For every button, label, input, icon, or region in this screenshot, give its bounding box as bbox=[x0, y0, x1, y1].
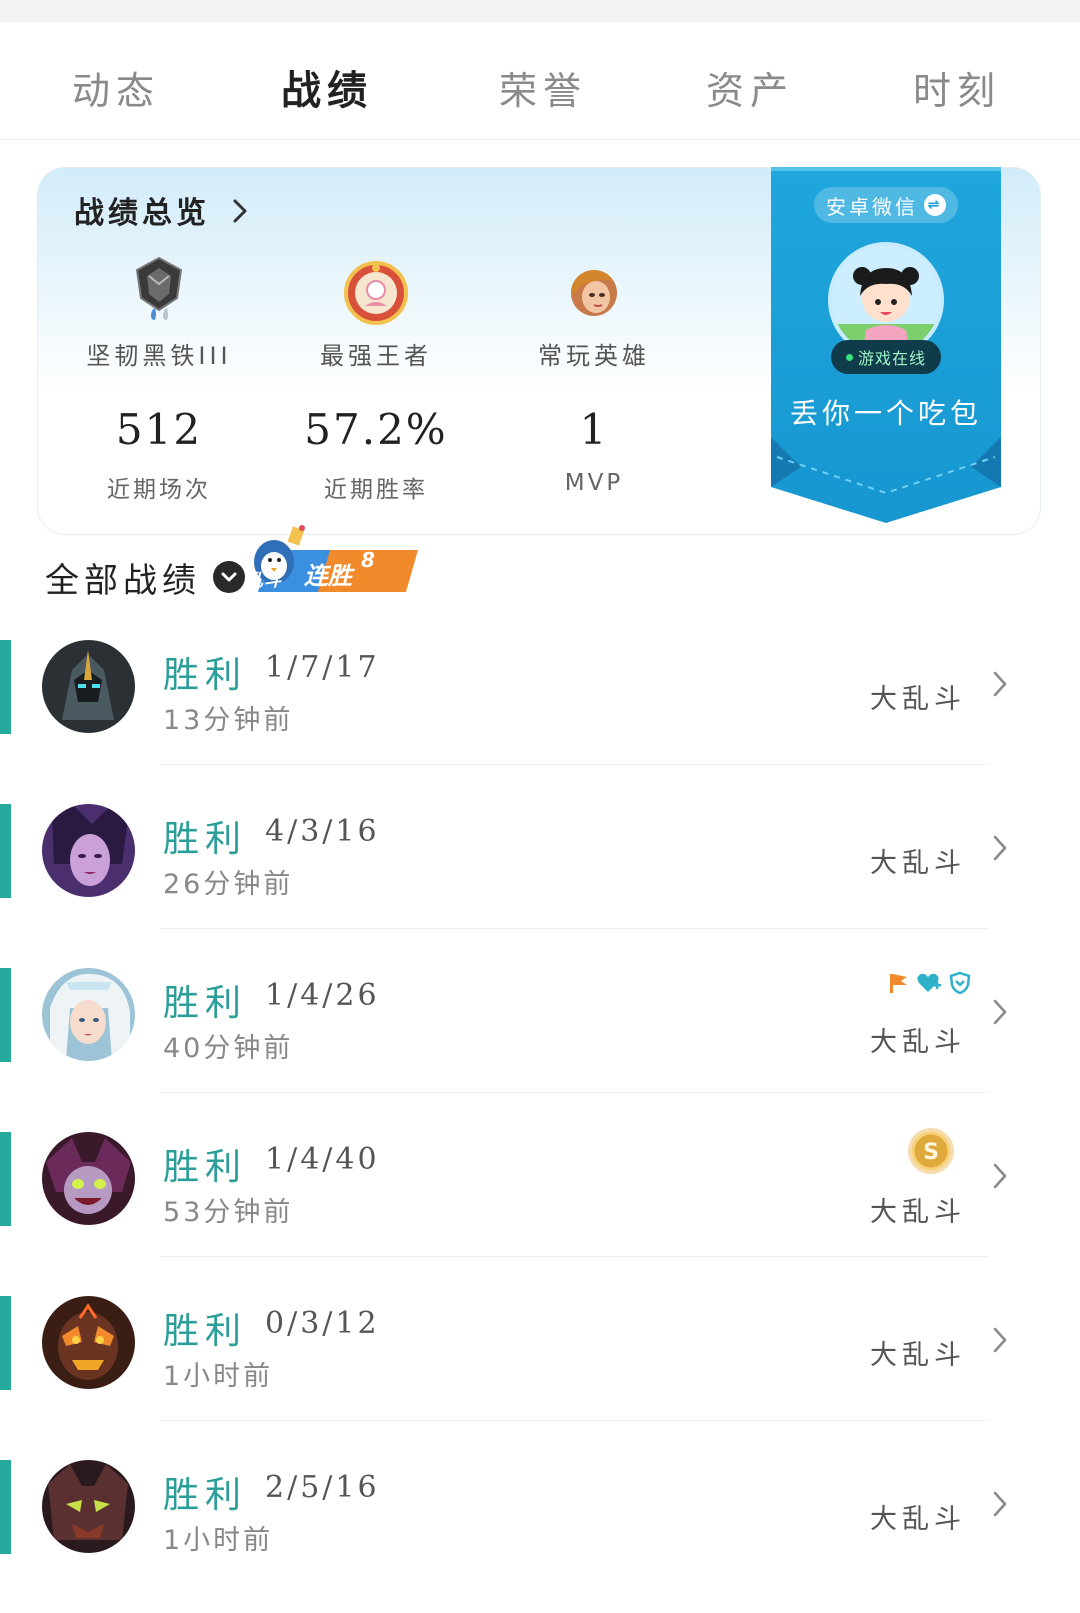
rank-label: 坚韧黑铁III bbox=[86, 342, 232, 370]
match-time: 26分钟前 bbox=[163, 869, 294, 900]
status-strip bbox=[0, 0, 1080, 22]
match-badges: S bbox=[906, 1126, 956, 1180]
rank-stat: 坚韧黑铁III 512 近期场次 bbox=[49, 256, 269, 504]
profile-ribbon: 安卓微信 ⇌ 游戏在线 丢你一个吃包 bbox=[771, 167, 1001, 523]
mvp-label: MVP bbox=[564, 470, 624, 496]
tab-honor[interactable]: 荣誉 bbox=[499, 60, 587, 115]
chevron-right-icon bbox=[992, 998, 1008, 1030]
match-kda: 0/3/12 bbox=[265, 1306, 380, 1341]
win-indicator-bar bbox=[0, 640, 11, 734]
streak-prefix: 乱斗 bbox=[246, 571, 282, 591]
match-row[interactable]: 胜利 2/5/16 1小时前 大乱斗 bbox=[0, 1452, 1080, 1613]
chevron-right-icon bbox=[232, 197, 248, 232]
row-divider bbox=[160, 928, 989, 929]
online-dot-icon bbox=[845, 353, 853, 361]
mvp-value: 1 bbox=[579, 405, 609, 454]
win-indicator-bar bbox=[0, 968, 11, 1062]
match-result: 胜利 bbox=[163, 1147, 248, 1188]
streak-label: 连胜 bbox=[304, 562, 352, 590]
match-result: 胜利 bbox=[163, 819, 248, 860]
row-divider bbox=[160, 1256, 989, 1257]
win-rate-label: 近期胜率 bbox=[324, 477, 428, 503]
match-row[interactable]: 胜利 4/3/16 26分钟前 大乱斗 bbox=[0, 796, 1080, 960]
chevron-right-icon bbox=[992, 1326, 1008, 1358]
match-row[interactable]: 胜利 1/4/40 53分钟前 S 大乱斗 bbox=[0, 1124, 1080, 1288]
hero-avatar bbox=[42, 1132, 135, 1225]
win-indicator-bar bbox=[0, 804, 11, 898]
flag-icon bbox=[886, 971, 910, 999]
match-mode: 大乱斗 bbox=[870, 1340, 966, 1371]
favorite-hero-label: 常玩英雄 bbox=[538, 342, 650, 370]
king-emblem-icon bbox=[266, 256, 486, 330]
chevron-right-icon bbox=[992, 670, 1008, 702]
all-records-filter[interactable]: 全部战绩 bbox=[45, 552, 245, 602]
match-mode: 大乱斗 bbox=[870, 1504, 966, 1535]
match-result: 胜利 bbox=[163, 1475, 248, 1516]
online-status-badge: 游戏在线 bbox=[831, 340, 941, 374]
strongest-stat: 最强王者 57.2% 近期胜率 bbox=[266, 256, 486, 504]
overview-title-link[interactable]: 战绩总览 bbox=[74, 188, 248, 232]
match-kda: 1/4/26 bbox=[265, 978, 380, 1013]
account-label: 安卓微信 bbox=[826, 194, 918, 219]
match-row[interactable]: 胜利 0/3/12 1小时前 大乱斗 bbox=[0, 1288, 1080, 1452]
tab-assets[interactable]: 资产 bbox=[706, 60, 794, 115]
overview-title: 战绩总览 bbox=[74, 196, 210, 231]
match-result: 胜利 bbox=[163, 1311, 248, 1352]
match-mode: 大乱斗 bbox=[870, 1027, 966, 1058]
match-kda: 1/4/40 bbox=[265, 1142, 380, 1177]
account-switch-button[interactable]: 安卓微信 ⇌ bbox=[814, 187, 958, 223]
match-time: 53分钟前 bbox=[163, 1197, 294, 1228]
shield-icon bbox=[948, 971, 972, 999]
match-time: 1小时前 bbox=[163, 1525, 274, 1556]
favorite-hero-avatar bbox=[484, 256, 704, 330]
win-streak-badge: 乱斗 连胜 8 bbox=[240, 520, 420, 595]
player-nickname: 丢你一个吃包 bbox=[789, 397, 982, 430]
all-records-title: 全部战绩 bbox=[45, 560, 201, 601]
match-kda: 2/5/16 bbox=[265, 1470, 380, 1505]
win-rate-value: 57.2% bbox=[304, 405, 448, 454]
chevron-right-icon bbox=[992, 834, 1008, 866]
switch-icon: ⇌ bbox=[924, 194, 946, 216]
online-status-text: 游戏在线 bbox=[857, 349, 926, 368]
match-kda: 4/3/16 bbox=[265, 814, 380, 849]
hero-avatar bbox=[42, 804, 135, 897]
strongest-label: 最强王者 bbox=[320, 342, 432, 370]
chevron-right-icon bbox=[992, 1162, 1008, 1194]
tab-dynamics[interactable]: 动态 bbox=[72, 60, 160, 115]
svg-text:S: S bbox=[923, 1140, 939, 1165]
win-indicator-bar bbox=[0, 1460, 11, 1554]
recent-games-label: 近期场次 bbox=[107, 477, 211, 503]
match-mode: 大乱斗 bbox=[870, 684, 966, 715]
match-result: 胜利 bbox=[163, 983, 248, 1024]
match-time: 40分钟前 bbox=[163, 1033, 294, 1064]
streak-count: 8 bbox=[361, 548, 375, 572]
tab-moments[interactable]: 时刻 bbox=[913, 60, 1001, 115]
row-divider bbox=[160, 764, 989, 765]
row-divider bbox=[160, 1092, 989, 1093]
s-medal-icon: S bbox=[906, 1126, 956, 1180]
match-row[interactable]: 胜利 1/7/17 13分钟前 大乱斗 bbox=[0, 632, 1080, 796]
recent-games-value: 512 bbox=[115, 405, 203, 454]
favorite-hero-stat: 常玩英雄 1 MVP bbox=[484, 256, 704, 496]
hero-avatar bbox=[42, 640, 135, 733]
row-divider bbox=[160, 1420, 989, 1421]
match-row[interactable]: 胜利 1/4/26 40分钟前 大乱斗 bbox=[0, 960, 1080, 1124]
match-mode: 大乱斗 bbox=[870, 1197, 966, 1228]
hero-avatar bbox=[42, 1296, 135, 1389]
chevron-right-icon bbox=[992, 1490, 1008, 1522]
tab-records[interactable]: 战绩 bbox=[281, 58, 373, 116]
hero-avatar bbox=[42, 968, 135, 1061]
match-time: 1小时前 bbox=[163, 1361, 274, 1392]
win-indicator-bar bbox=[0, 1296, 11, 1390]
win-indicator-bar bbox=[0, 1132, 11, 1226]
tab-bar: 动态 战绩 荣誉 资产 时刻 bbox=[0, 22, 1080, 140]
match-time: 13分钟前 bbox=[163, 705, 294, 736]
match-badges bbox=[886, 971, 972, 999]
match-kda: 1/7/17 bbox=[265, 650, 380, 685]
match-result: 胜利 bbox=[163, 655, 248, 696]
match-mode: 大乱斗 bbox=[870, 848, 966, 879]
heart-plus-icon bbox=[916, 971, 942, 999]
rank-emblem-icon bbox=[49, 256, 269, 330]
hero-avatar bbox=[42, 1460, 135, 1553]
